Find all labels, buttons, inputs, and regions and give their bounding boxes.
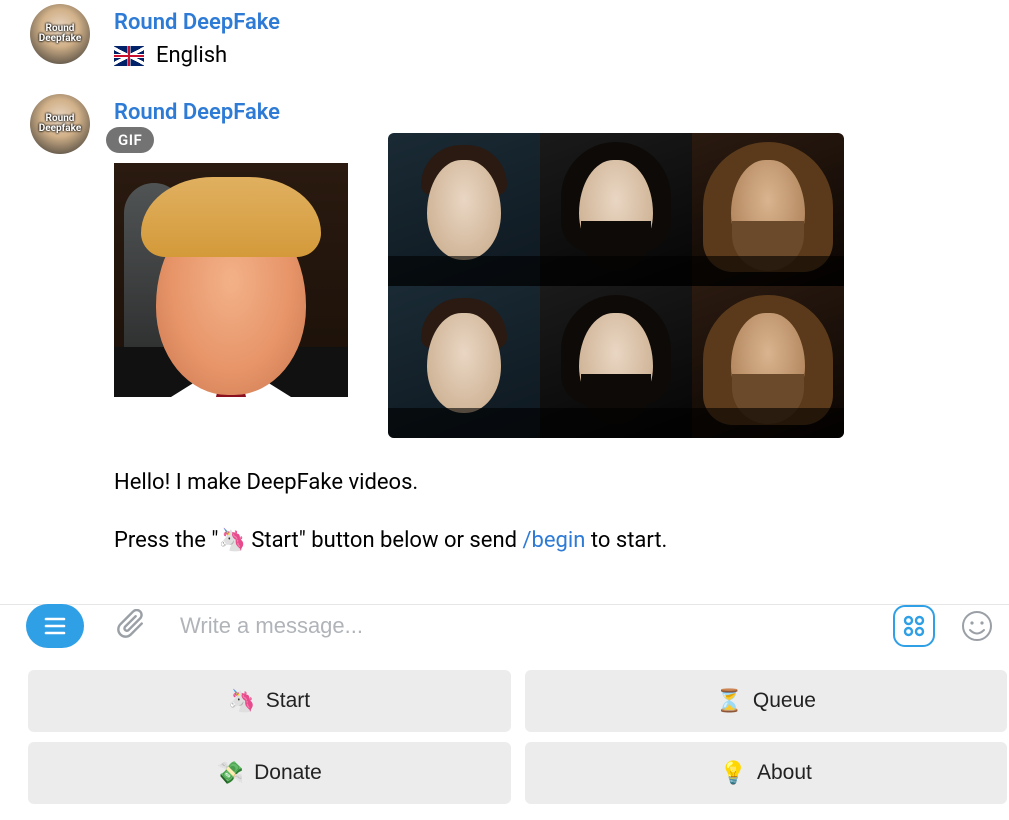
attach-button[interactable] [112, 606, 152, 646]
gif-badge: GIF [106, 127, 154, 153]
avatar-label: Round Deepfake [39, 114, 82, 134]
kb-label: About [757, 761, 812, 785]
sender-name[interactable]: Round DeepFake [114, 10, 280, 35]
kb-about-button[interactable]: 💡 About [525, 742, 1008, 804]
grid-icon [902, 614, 926, 638]
kb-label: Start [266, 689, 310, 713]
unicorn-icon: 🦄 [218, 528, 245, 553]
instruction-post: to start. [585, 528, 667, 553]
message-text: Hello! I make DeepFake videos. Press the… [114, 466, 989, 558]
uk-flag-icon [114, 46, 144, 66]
instruction-btn-label: Start [246, 528, 299, 553]
avatar-label: Round Deepfake [39, 24, 82, 44]
instruction-pre: Press the " [114, 528, 218, 553]
kb-label: Donate [254, 761, 322, 785]
hourglass-icon: ⏳ [716, 688, 743, 714]
bot-keyboard: 🦄 Start ⏳ Queue 💸 Donate 💡 About [28, 670, 1007, 804]
composer [0, 590, 1009, 648]
bulb-icon: 💡 [720, 760, 747, 786]
kb-label: Queue [753, 689, 816, 713]
greeting-text: Hello! I make DeepFake videos. [114, 466, 989, 500]
begin-command-link[interactable]: /begin [522, 528, 585, 553]
kb-start-button[interactable]: 🦄 Start [28, 670, 511, 732]
image-attachment[interactable] [388, 133, 844, 438]
language-line: English [114, 43, 280, 68]
gif-attachment[interactable]: GIF [114, 133, 348, 397]
bot-avatar[interactable]: Round Deepfake [30, 94, 90, 154]
media-row: GIF [114, 133, 989, 438]
instruction-mid: " button below or send [299, 528, 523, 553]
kb-donate-button[interactable]: 💸 Donate [28, 742, 511, 804]
money-icon: 💸 [217, 760, 244, 786]
unicorn-icon: 🦄 [228, 688, 255, 714]
language-label: English [156, 43, 227, 68]
gif-thumbnail [114, 163, 348, 397]
message-row: Round Deepfake Round DeepFake GIF [0, 90, 1009, 562]
chat-area: Round Deepfake Round DeepFake English Ro… [0, 0, 1009, 562]
smile-icon [961, 610, 993, 642]
bot-avatar[interactable]: Round Deepfake [30, 4, 90, 64]
message-row: Round Deepfake Round DeepFake English [0, 0, 1009, 72]
bot-keyboard-toggle[interactable] [893, 605, 935, 647]
menu-button[interactable] [26, 604, 84, 648]
hamburger-icon [44, 617, 66, 635]
kb-queue-button[interactable]: ⏳ Queue [525, 670, 1008, 732]
message-input[interactable] [180, 613, 865, 639]
paperclip-icon [117, 609, 147, 643]
sender-name[interactable]: Round DeepFake [114, 100, 989, 125]
emoji-button[interactable] [957, 606, 997, 646]
